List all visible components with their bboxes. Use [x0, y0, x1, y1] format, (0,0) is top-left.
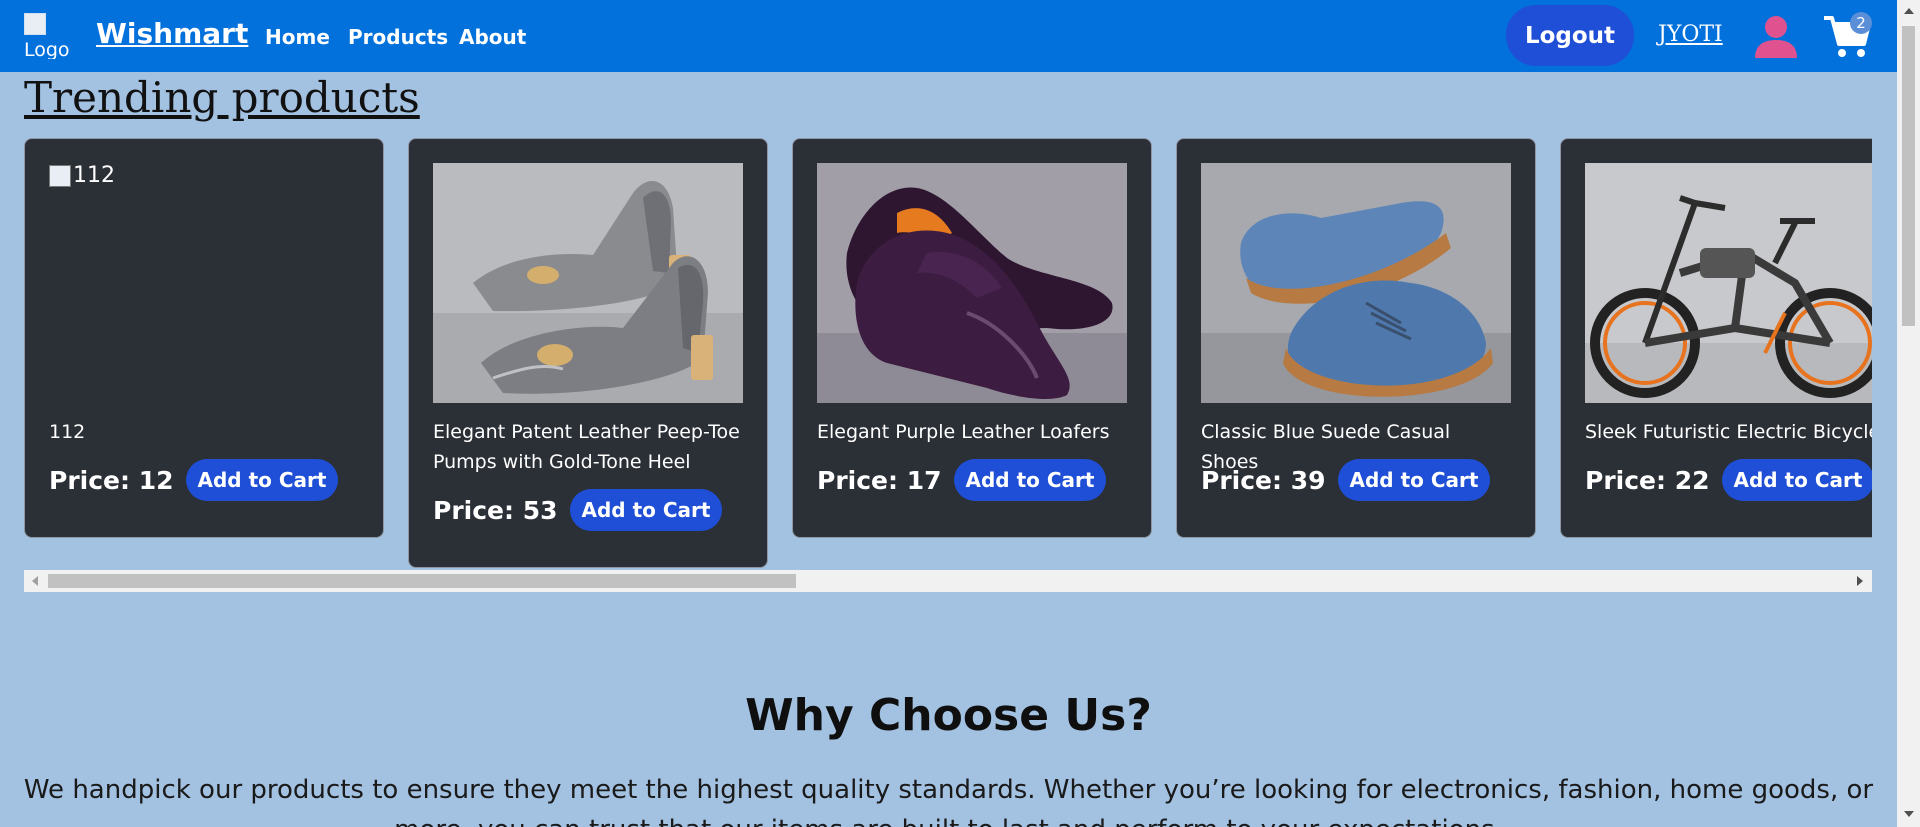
- logo-image[interactable]: Logo: [24, 13, 78, 59]
- price-row: Price: 17 Add to Cart: [817, 459, 1107, 501]
- product-card: Elegant Purple Leather Loafers Price: 17…: [792, 138, 1152, 538]
- broken-image-icon: [24, 13, 46, 35]
- product-image[interactable]: [817, 163, 1127, 403]
- suede-shoes-image: [1201, 163, 1511, 403]
- scroll-right-arrow-icon[interactable]: [1857, 576, 1863, 586]
- user-icon[interactable]: [1753, 14, 1799, 60]
- nav-link-about[interactable]: About: [459, 25, 526, 49]
- add-to-cart-button[interactable]: Add to Cart: [1721, 459, 1872, 501]
- sandals-image: [433, 163, 743, 403]
- loafers-image: [817, 163, 1127, 403]
- carousel-scrollbar[interactable]: [24, 570, 1872, 592]
- add-to-cart-button[interactable]: Add to Cart: [953, 459, 1107, 501]
- scroll-up-arrow-icon[interactable]: [1904, 8, 1914, 14]
- page-scrollbar[interactable]: [1897, 0, 1920, 827]
- broken-image-icon: [49, 165, 71, 187]
- product-name: Elegant Patent Leather Peep-Toe Pumps wi…: [433, 421, 740, 473]
- price-row: Price: 22 Add to Cart: [1585, 459, 1872, 501]
- product-price: Price: 12: [49, 465, 174, 495]
- product-image[interactable]: [433, 163, 743, 403]
- why-choose-us-text: We handpick our products to ensure they …: [23, 775, 1874, 827]
- why-choose-us-title: Why Choose Us?: [745, 690, 1152, 741]
- add-to-cart-button[interactable]: Add to Cart: [185, 459, 339, 501]
- product-image[interactable]: [1201, 163, 1511, 403]
- page-scrollbar-thumb[interactable]: [1902, 26, 1915, 326]
- carousel-scrollbar-thumb[interactable]: [48, 574, 796, 588]
- price-row: Price: 39 Add to Cart: [1201, 459, 1491, 501]
- trending-products-title: Trending products: [24, 73, 420, 122]
- nav-link-home[interactable]: Home: [265, 25, 330, 49]
- product-image-alt: 112: [73, 163, 115, 188]
- scroll-down-arrow-icon[interactable]: [1904, 811, 1914, 817]
- product-price: Price: 22: [1585, 465, 1710, 495]
- nav-link-products[interactable]: Products: [348, 25, 448, 49]
- logout-button[interactable]: Logout: [1506, 5, 1634, 66]
- trending-carousel[interactable]: 112 112 Price: 12 Add to Cart Elegant Pa…: [24, 138, 1872, 570]
- product-card: Classic Blue Suede Casual Shoes Price: 3…: [1176, 138, 1536, 538]
- add-to-cart-button[interactable]: Add to Cart: [569, 489, 723, 531]
- brand-link[interactable]: Wishmart: [96, 17, 248, 50]
- cart-count-badge: 2: [1850, 12, 1872, 34]
- product-card: Elegant Patent Leather Peep-Toe Pumps wi…: [408, 138, 768, 568]
- product-name: Sleek Futuristic Electric Bicycle: [1585, 421, 1872, 443]
- product-card: 112 112 Price: 12 Add to Cart: [24, 138, 384, 538]
- electric-bicycle-image: [1585, 163, 1872, 403]
- product-price: Price: 53: [433, 495, 558, 525]
- product-card: Sleek Futuristic Electric Bicycle Price:…: [1560, 138, 1872, 538]
- product-name: Elegant Purple Leather Loafers: [817, 421, 1110, 443]
- product-name: 112: [49, 421, 86, 443]
- logo-alt-text: Logo: [24, 39, 70, 59]
- scroll-left-arrow-icon[interactable]: [32, 576, 38, 586]
- product-image[interactable]: [1585, 163, 1872, 403]
- navbar: Logo Wishmart Home Products About Logout…: [0, 0, 1897, 72]
- product-image[interactable]: 112: [49, 163, 115, 188]
- price-row: Price: 12 Add to Cart: [49, 459, 339, 501]
- add-to-cart-button[interactable]: Add to Cart: [1337, 459, 1491, 501]
- username-link[interactable]: JYOTI: [1658, 22, 1723, 47]
- product-price: Price: 39: [1201, 465, 1326, 495]
- product-price: Price: 17: [817, 465, 942, 495]
- price-row: Price: 53 Add to Cart: [433, 489, 723, 531]
